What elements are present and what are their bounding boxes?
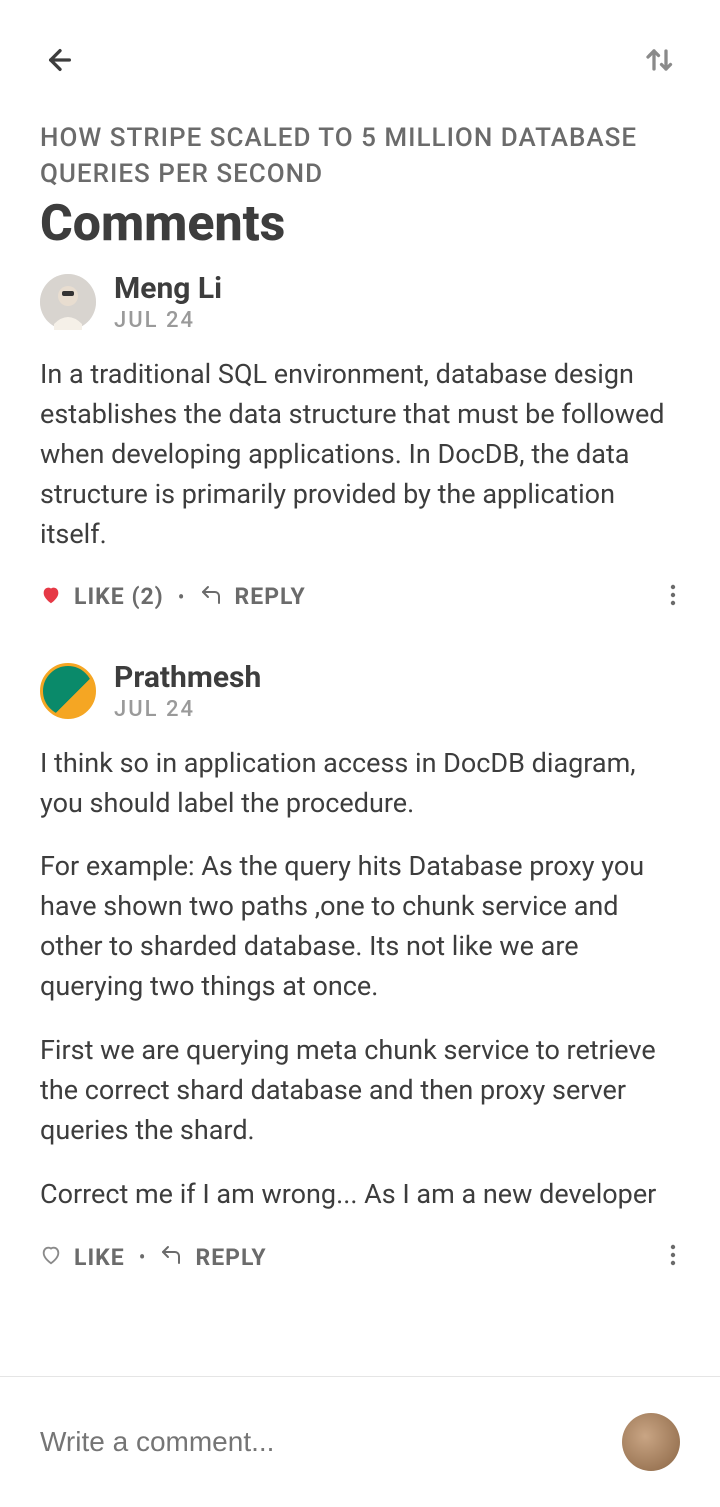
heart-filled-icon xyxy=(40,584,62,610)
comment-date: JUL 24 xyxy=(114,697,261,722)
more-vertical-icon xyxy=(670,1243,676,1267)
user-avatar[interactable] xyxy=(622,1413,680,1471)
avatar[interactable] xyxy=(40,663,96,719)
sort-icon xyxy=(642,42,678,78)
comment: Prathmesh JUL 24 I think so in applicati… xyxy=(40,660,680,1276)
comment-composer xyxy=(0,1376,720,1507)
comment-author[interactable]: Meng Li xyxy=(114,271,222,306)
like-button[interactable]: LIKE xyxy=(40,1244,125,1271)
more-button[interactable] xyxy=(666,579,680,615)
separator-dot: • xyxy=(139,1245,146,1269)
page-title: Comments xyxy=(40,195,680,253)
comment-header: Meng Li JUL 24 xyxy=(40,271,680,333)
comment-body: In a traditional SQL environment, databa… xyxy=(40,355,680,555)
reply-icon xyxy=(199,583,223,611)
comment-header: Prathmesh JUL 24 xyxy=(40,660,680,722)
separator-dot: • xyxy=(178,585,185,609)
reply-button[interactable]: REPLY xyxy=(159,1243,266,1271)
comment-author[interactable]: Prathmesh xyxy=(114,660,261,695)
more-vertical-icon xyxy=(670,583,676,607)
sort-button[interactable] xyxy=(640,40,680,80)
reply-button[interactable]: REPLY xyxy=(199,583,306,611)
arrow-left-icon xyxy=(44,44,76,76)
comment: Meng Li JUL 24 In a traditional SQL envi… xyxy=(40,271,680,615)
more-button[interactable] xyxy=(666,1239,680,1275)
like-label: LIKE (2) xyxy=(74,583,164,610)
like-button[interactable]: LIKE (2) xyxy=(40,583,164,610)
avatar-image-icon xyxy=(40,274,96,330)
reply-label: REPLY xyxy=(235,583,306,610)
avatar[interactable] xyxy=(40,274,96,330)
comment-date: JUL 24 xyxy=(114,308,222,333)
heart-outline-icon xyxy=(40,1244,62,1270)
reply-icon xyxy=(159,1243,183,1271)
back-button[interactable] xyxy=(40,40,80,80)
comment-input[interactable] xyxy=(40,1426,622,1458)
comment-body: I think so in application access in DocD… xyxy=(40,744,680,1216)
article-title[interactable]: HOW STRIPE SCALED TO 5 MILLION DATABASE … xyxy=(40,120,680,193)
like-label: LIKE xyxy=(74,1244,125,1271)
reply-label: REPLY xyxy=(195,1244,266,1271)
